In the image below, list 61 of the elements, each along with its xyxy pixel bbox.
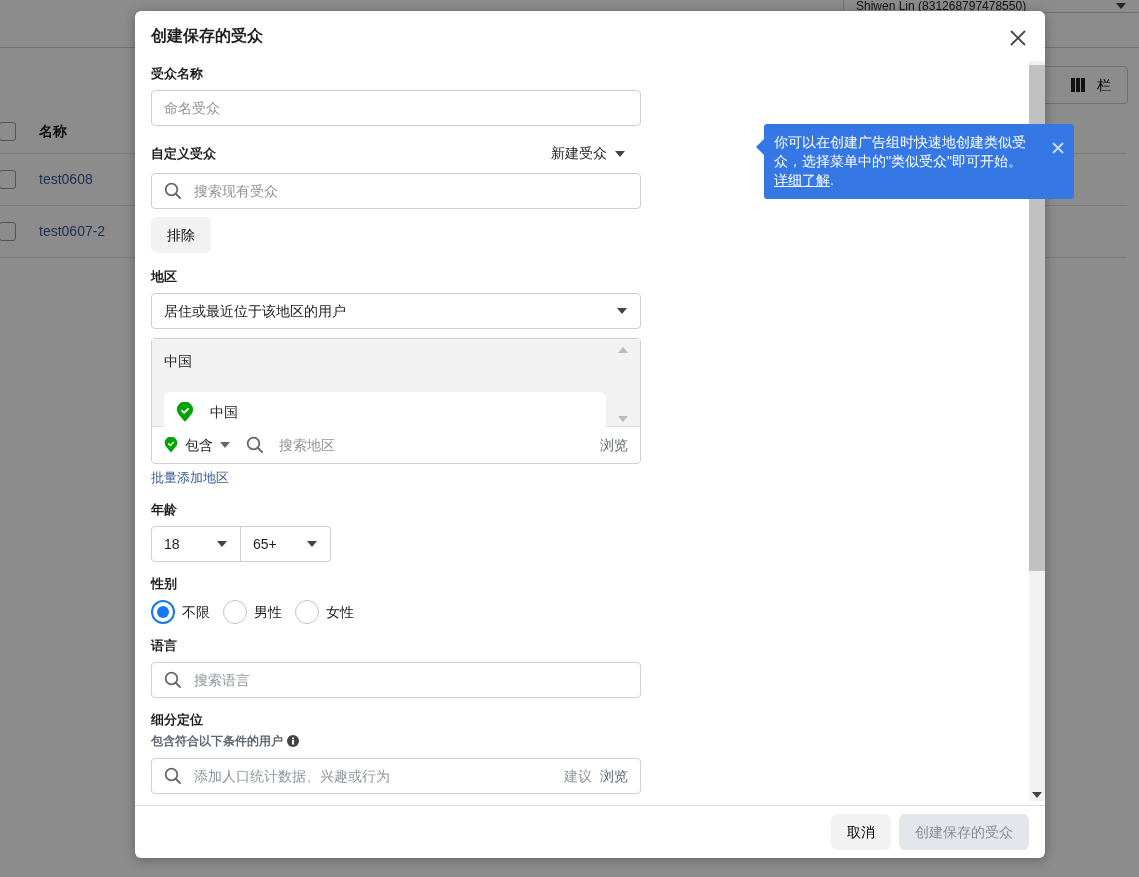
columns-icon — [1071, 78, 1085, 92]
learn-more-link[interactable]: 详细了解 — [774, 172, 830, 188]
radio-label: 男性 — [254, 602, 282, 622]
tooltip-text: 你可以在创建广告组时快速地创建类似受众，选择菜单中的"类似受众"即可开始。 详细了解. — [774, 133, 1027, 190]
field-label: 自定义受众 — [151, 145, 216, 162]
radio-label: 女性 — [326, 602, 354, 622]
search-field[interactable]: 添加人口统计数据、兴趣或行为 建议 浏览 — [151, 758, 641, 794]
include-dropdown[interactable]: 包含 — [164, 434, 230, 456]
pin-icon — [176, 401, 194, 423]
search-icon — [164, 767, 182, 785]
audience-link[interactable]: test0607-2 — [39, 221, 106, 242]
close-button[interactable] — [1009, 27, 1027, 45]
suggest-link[interactable]: 建议 — [563, 765, 592, 787]
age-select[interactable]: 65+ — [241, 526, 331, 562]
field-hint: 包含符合以下条件的用户 — [151, 733, 283, 750]
radio-button[interactable] — [295, 600, 319, 624]
caret-icon — [615, 307, 628, 315]
info-icon[interactable] — [286, 735, 299, 747]
field-label: 语言 — [151, 638, 178, 654]
field-label: 地区 — [151, 269, 178, 285]
dialog-title: 创建保存的受众 — [151, 26, 263, 46]
caret-icon — [306, 540, 318, 548]
location-group: 中国 — [164, 351, 606, 372]
input-field[interactable]: 命名受众 — [151, 90, 641, 126]
browse-link[interactable]: 浏览 — [599, 765, 628, 787]
text-input[interactable]: 添加人口统计数据、兴趣或行为 — [194, 765, 552, 787]
checkbox[interactable] — [0, 170, 16, 189]
checkbox[interactable] — [0, 122, 16, 141]
audience-link[interactable]: test0608 — [39, 169, 93, 190]
create-audience-dropdown[interactable]: 新建受众 — [549, 142, 627, 165]
column-header: 名称 — [39, 122, 67, 141]
radio-label: 不限 — [182, 602, 210, 622]
cancel-button[interactable]: 取消 — [831, 814, 891, 850]
search-field[interactable]: 搜索语言 — [151, 662, 641, 698]
browse-link[interactable]: 浏览 — [599, 434, 628, 456]
caret-icon — [216, 540, 228, 548]
field-label: 性别 — [151, 576, 178, 592]
bulk-add-link[interactable]: 批量添加地区 — [151, 468, 229, 488]
text-input[interactable]: 命名受众 — [164, 97, 628, 119]
radio-button[interactable] — [151, 600, 175, 624]
radio-button[interactable] — [223, 600, 247, 624]
scroll-up-icon[interactable] — [617, 347, 628, 353]
account-selector[interactable]: Shiwen Lin (831268797478550) — [843, 0, 1139, 13]
exclude-button[interactable]: 排除 — [151, 217, 211, 253]
field-label: 受众名称 — [151, 66, 204, 82]
search-icon — [246, 436, 264, 454]
scroll-down-icon[interactable] — [1031, 792, 1042, 798]
search-icon — [164, 671, 182, 689]
location-select[interactable]: 居住或最近位于该地区的用户 — [151, 293, 641, 329]
caret-icon — [220, 442, 230, 448]
search-field[interactable]: 搜索现有受众 — [151, 173, 641, 209]
field-label: 细分定位 — [151, 712, 204, 728]
caret-icon — [1115, 2, 1127, 10]
search-icon — [164, 182, 182, 200]
pin-icon — [164, 436, 178, 454]
checkbox[interactable] — [0, 222, 16, 241]
age-select[interactable]: 18 — [151, 526, 241, 562]
field-label: 年龄 — [151, 502, 178, 518]
text-input[interactable]: 搜索语言 — [194, 669, 628, 691]
caret-icon — [613, 149, 626, 158]
text-input[interactable]: 搜索现有受众 — [194, 180, 628, 202]
